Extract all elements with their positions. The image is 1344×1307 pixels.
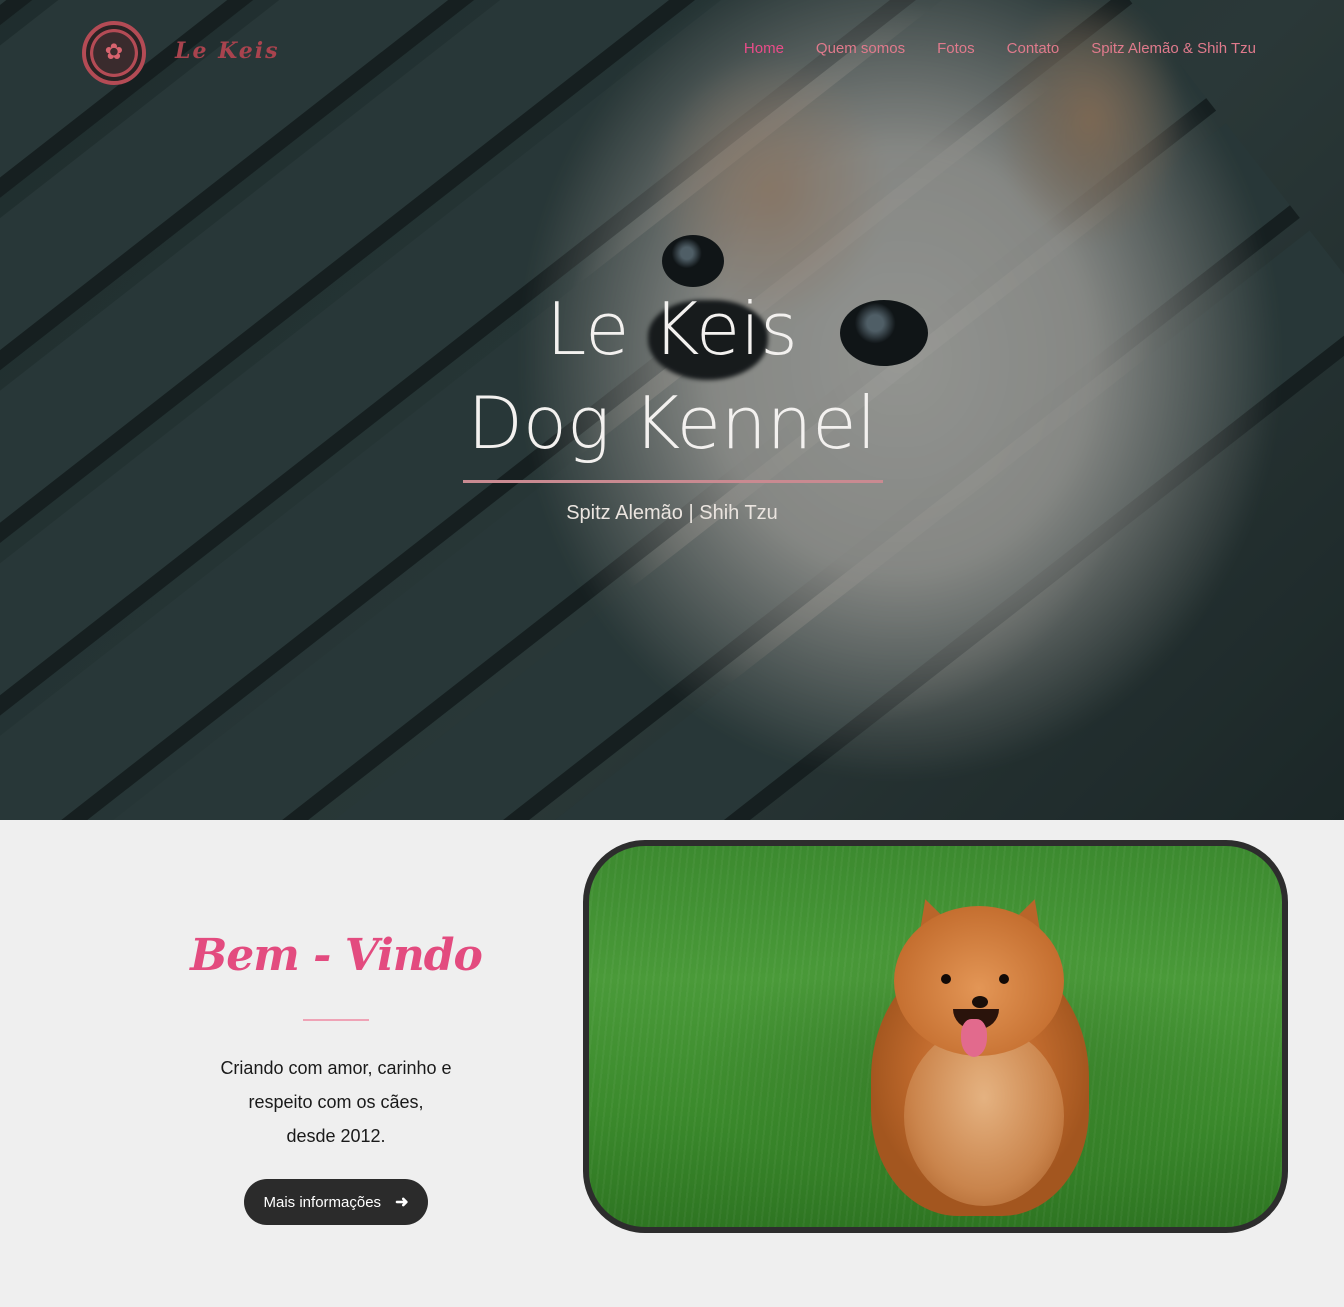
welcome-section: Bem - Vindo Criando com amor, carinho e …	[0, 820, 1344, 1307]
more-info-label: Mais informações	[263, 1193, 382, 1211]
arrow-right-icon: ➜	[395, 1194, 409, 1211]
dog-badge-icon: ✿	[104, 40, 124, 65]
welcome-body-line2: respeito com os cães,	[248, 1092, 424, 1112]
hero-subtitle: Spitz Alemão | Shih Tzu	[566, 502, 778, 524]
welcome-title: Bem - Vindo	[190, 930, 483, 981]
nav-home[interactable]: Home	[744, 40, 784, 57]
welcome-text-block: Bem - Vindo Criando com amor, carinho e …	[168, 930, 504, 1225]
hero-title: Le Keis Dog Kennel	[0, 282, 1344, 470]
more-info-button[interactable]: Mais informações ➜	[243, 1179, 429, 1225]
hero-title-line2: Dog Kennel	[467, 381, 877, 465]
welcome-divider	[303, 1019, 369, 1021]
welcome-body-line3: desde 2012.	[286, 1126, 386, 1146]
nav-quem-somos[interactable]: Quem somos	[816, 40, 905, 57]
welcome-body: Criando com amor, carinho e respeito com…	[168, 1051, 504, 1153]
logo-text[interactable]: Le Keis	[175, 38, 280, 64]
nav-breeds[interactable]: Spitz Alemão & Shih Tzu	[1091, 40, 1256, 57]
nav-fotos[interactable]: Fotos	[937, 40, 975, 57]
hero-divider	[463, 480, 883, 483]
logo-badge[interactable]: ✿	[82, 21, 146, 85]
navbar: ✿ Le Keis Home Quem somos Fotos Contato …	[0, 0, 1344, 100]
welcome-body-line1: Criando com amor, carinho e	[220, 1058, 452, 1078]
hero-title-line1: Le Keis	[546, 287, 798, 371]
hero-section: ✿ Le Keis Home Quem somos Fotos Contato …	[0, 0, 1344, 820]
nav-contato[interactable]: Contato	[1007, 40, 1060, 57]
main-nav: Home Quem somos Fotos Contato Spitz Alem…	[744, 40, 1256, 57]
pomeranian-photo	[583, 840, 1288, 1233]
